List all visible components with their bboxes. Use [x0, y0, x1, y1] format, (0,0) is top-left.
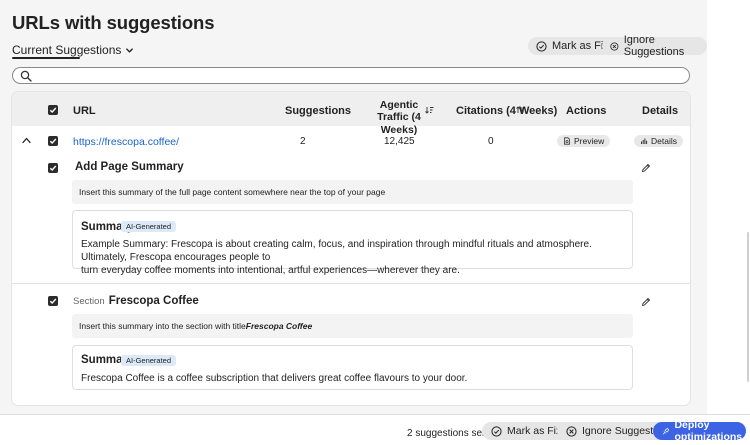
check-circle-icon: [536, 40, 547, 52]
header-actions: Actions: [566, 105, 607, 117]
file-preview-icon: [564, 137, 570, 145]
ai-generated-badge: AI-Generated: [121, 221, 177, 232]
sort-icon[interactable]: [425, 106, 434, 114]
checkmark-icon: [49, 298, 57, 305]
right-panel: [707, 0, 750, 445]
suggestions-table: URL Suggestions Agentic Traffic (4 Weeks…: [12, 92, 690, 405]
check-circle-icon: [491, 425, 502, 437]
checkmark-icon: [49, 165, 57, 172]
row-url-link[interactable]: https://frescopa.coffee/: [73, 136, 179, 148]
select-all-checkbox[interactable]: [48, 105, 58, 115]
summary-box: Summary AI-Generated Example Summary: Fr…: [72, 210, 633, 276]
sort-icon[interactable]: [516, 106, 524, 114]
checkmark-icon: [49, 138, 57, 145]
info-section-title: Frescopa Coffee: [245, 321, 313, 331]
suggestion-title: Section Frescopa Coffee: [73, 295, 199, 307]
details-button[interactable]: Details: [634, 135, 683, 147]
pencil-icon[interactable]: [641, 297, 651, 307]
ignore-suggestions-button[interactable]: Ignore Suggestions: [602, 34, 707, 58]
header-citations[interactable]: Citations (4 Weeks): [456, 105, 557, 117]
tab-underline: [12, 57, 80, 59]
main-page: URLs with suggestions Current Suggestion…: [0, 0, 707, 445]
section-title: Frescopa Coffee: [108, 295, 199, 307]
header-suggestions[interactable]: Suggestions: [285, 105, 351, 117]
scrollbar[interactable]: [747, 232, 749, 382]
details-label: Details: [651, 136, 677, 146]
bar-chart-icon: [641, 138, 648, 144]
suggestion-title: Add Page Summary: [75, 161, 184, 173]
summary-text: Example Summary: Frescopa is about creat…: [81, 238, 626, 277]
row-traffic-value: 12,425: [384, 136, 415, 147]
chevron-up-icon[interactable]: [22, 137, 31, 144]
ignore-suggestions-label: Ignore Suggestions: [623, 34, 685, 58]
tab-label: Current Suggestions: [12, 43, 122, 57]
divider: [12, 283, 690, 284]
summary-text-line1: Example Summary: Frescopa is about creat…: [81, 239, 592, 263]
preview-label: Preview: [574, 136, 605, 146]
chevron-down-icon: [126, 47, 134, 53]
suggestion-info: Insert this summary of the full page con…: [72, 180, 633, 204]
section-tag: Section: [73, 296, 105, 307]
deploy-optimizations-button[interactable]: Deploy optimizations: [653, 419, 746, 443]
summary-box: Summary AI-Generated Frescopa Coffee is …: [72, 345, 633, 390]
suggestion-checkbox[interactable]: [48, 296, 58, 306]
deploy-icon: [662, 427, 670, 435]
pencil-icon[interactable]: [641, 163, 651, 173]
suggestion-checkbox[interactable]: [48, 163, 58, 173]
x-circle-icon: [566, 425, 577, 437]
header-agentic-traffic[interactable]: Agentic Traffic (4 Weeks): [363, 99, 435, 136]
summary-text-line2: turn everyday coffee moments into intent…: [81, 265, 460, 276]
row-checkbox[interactable]: [48, 136, 58, 146]
ai-generated-badge: AI-Generated: [121, 355, 177, 366]
page-title: URLs with suggestions: [12, 12, 215, 33]
x-circle-icon: [610, 41, 619, 51]
search-icon: [20, 70, 32, 82]
header-traffic-line2: Weeks): [380, 124, 418, 136]
header-url[interactable]: URL: [73, 105, 96, 117]
action-bar: 2 suggestions selected Mark as Fixed Ign…: [0, 414, 750, 445]
search-input[interactable]: [12, 67, 690, 84]
row-suggestions-count: 2: [300, 136, 306, 147]
row-citations-value: 0: [488, 136, 494, 147]
info-prefix: Insert this summary into the section wit…: [79, 321, 246, 331]
preview-button[interactable]: Preview: [557, 135, 611, 147]
deploy-label: Deploy optimizations: [674, 419, 743, 443]
summary-text: Frescopa Coffee is a coffee subscription…: [81, 373, 468, 384]
header-details: Details: [642, 105, 679, 117]
table-header: URL Suggestions Agentic Traffic (4 Weeks…: [12, 92, 690, 136]
checkmark-icon: [49, 107, 57, 114]
suggestion-info: Insert this summary into the section wit…: [72, 314, 633, 338]
